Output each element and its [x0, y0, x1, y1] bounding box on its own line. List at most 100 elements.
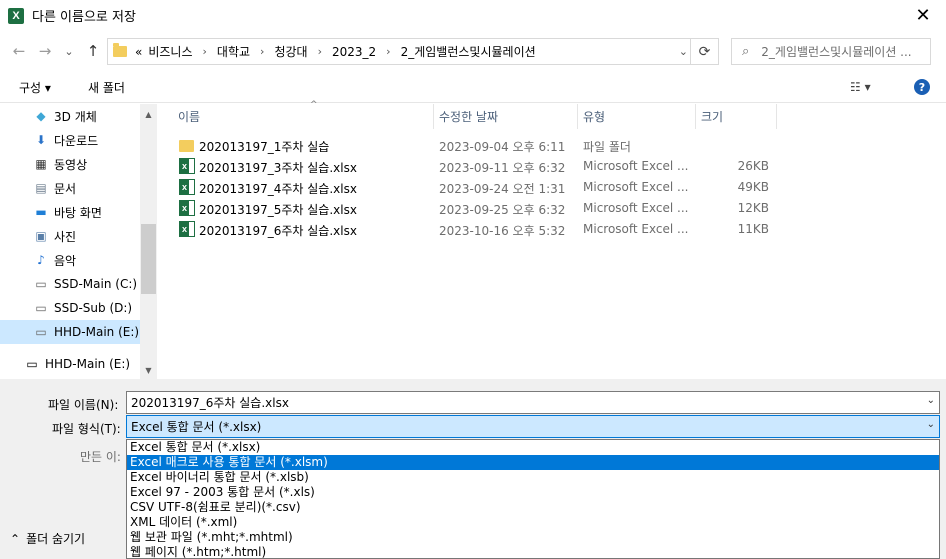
file-row[interactable]: 202013197_1주차 실습 2023-09-04 오후 6:11 파일 폴…: [177, 135, 777, 156]
column-header-type[interactable]: 유형: [577, 104, 696, 129]
file-name: 202013197_3주차 실습.xlsx: [199, 161, 357, 175]
file-size: 11KB: [737, 222, 769, 236]
file-date: 2023-10-16 오후 5:32: [439, 224, 566, 238]
command-bar: 구성 ▾ 새 폴더 ☷ ▾ ?: [0, 71, 946, 103]
column-header-date[interactable]: 수정한 날짜: [433, 104, 578, 129]
sidebar-item-downloads[interactable]: ⬇ 다운로드: [0, 128, 140, 152]
author-label: 만든 이:: [80, 450, 121, 464]
chevron-right-icon[interactable]: ›: [318, 45, 322, 58]
close-button[interactable]: ✕: [900, 0, 946, 31]
nav-scrollbar-thumb[interactable]: [141, 224, 156, 294]
sidebar-item-3d-objects[interactable]: ◆ 3D 개체: [0, 104, 140, 128]
sidebar-item-hhd-main-network[interactable]: ▭ HHD-Main (E:): [0, 352, 140, 376]
column-header-label: 크기: [701, 110, 724, 124]
filetype-option[interactable]: Excel 통합 문서 (*.xlsx): [127, 440, 939, 455]
chevron-up-icon: ⌃: [10, 531, 21, 546]
file-date: 2023-09-11 오후 6:32: [439, 161, 566, 175]
sidebar-item-desktop[interactable]: ▬ 바탕 화면: [0, 200, 140, 224]
sidebar-item-ssd-sub[interactable]: ▭ SSD-Sub (D:): [0, 296, 140, 320]
filetype-option[interactable]: Excel 97 - 2003 통합 문서 (*.xls): [127, 485, 939, 500]
file-row[interactable]: 202013197_3주차 실습.xlsx 2023-09-11 오후 6:32…: [177, 156, 777, 177]
film-icon: ▦: [35, 157, 47, 171]
folder-icon: [113, 43, 127, 57]
chevron-down-icon[interactable]: ⌄: [679, 45, 688, 58]
sidebar-item-documents[interactable]: ▤ 문서: [0, 176, 140, 200]
document-icon: ▤: [35, 181, 47, 195]
scroll-up-icon[interactable]: ▲: [140, 106, 157, 123]
breadcrumb-overflow[interactable]: «: [135, 45, 142, 59]
window-title: 다른 이름으로 저장: [32, 10, 136, 25]
file-row[interactable]: 202013197_5주차 실습.xlsx 2023-09-25 오후 6:32…: [177, 198, 777, 219]
folder-icon: [179, 140, 194, 152]
breadcrumb-semester[interactable]: 2023_2: [332, 45, 376, 59]
recent-locations-button[interactable]: ⌄: [60, 41, 78, 61]
sort-ascending-icon: ^: [310, 100, 318, 110]
drive-icon: ▭: [35, 325, 47, 339]
file-name: 202013197_6주차 실습.xlsx: [199, 224, 357, 238]
sidebar-item-ssd-main[interactable]: ▭ SSD-Main (C:): [0, 272, 140, 296]
scroll-down-icon[interactable]: ▼: [140, 362, 157, 379]
sidebar-item-label: HHD-Main (E:): [45, 357, 131, 371]
column-header-label: 유형: [583, 110, 606, 124]
filetype-option[interactable]: Excel 바이너리 통합 문서 (*.xlsb): [127, 470, 939, 485]
chevron-right-icon[interactable]: ›: [386, 45, 390, 58]
file-type: Microsoft Excel ...: [583, 180, 689, 194]
sidebar-item-videos[interactable]: ▦ 동영상: [0, 152, 140, 176]
search-box[interactable]: ⌕ 2_게임밸런스및시뮬레이션 ...: [731, 38, 931, 65]
chevron-down-icon[interactable]: ⌄: [927, 395, 935, 406]
refresh-button[interactable]: ⟳: [690, 39, 718, 64]
back-button[interactable]: ←: [10, 41, 28, 61]
file-size: 26KB: [737, 159, 769, 173]
sidebar-item-pictures[interactable]: ▣ 사진: [0, 224, 140, 248]
file-name: 202013197_4주차 실습.xlsx: [199, 182, 357, 196]
column-header-size[interactable]: 크기: [695, 104, 777, 129]
drive-icon: ▭: [35, 301, 47, 315]
chevron-right-icon[interactable]: ›: [203, 45, 207, 58]
sidebar-item-label: 사진: [54, 229, 77, 244]
hide-folders-button[interactable]: ⌃ 폴더 숨기기: [10, 530, 85, 547]
excel-file-icon: [179, 179, 195, 195]
filetype-select[interactable]: Excel 통합 문서 (*.xlsx) ⌄: [126, 415, 940, 438]
download-icon: ⬇: [35, 133, 47, 147]
sidebar-item-hhd-main[interactable]: ▭ HHD-Main (E:): [0, 320, 140, 344]
sidebar-item-music[interactable]: ♪ 음악: [0, 248, 140, 272]
breadcrumb-chungkang[interactable]: 청강대: [274, 43, 307, 60]
filename-input[interactable]: 202013197_6주차 실습.xlsx ⌄: [126, 391, 940, 414]
column-header-label: 이름: [178, 110, 201, 124]
breadcrumb-university[interactable]: 대학교: [217, 43, 250, 60]
new-folder-button[interactable]: 새 폴더: [88, 79, 125, 96]
search-icon: ⌕: [742, 44, 750, 59]
file-row[interactable]: 202013197_6주차 실습.xlsx 2023-10-16 오후 5:32…: [177, 219, 777, 240]
file-name: 202013197_1주차 실습: [199, 140, 330, 154]
up-button[interactable]: ↑: [84, 41, 102, 61]
chevron-down-icon[interactable]: ⌄: [927, 419, 935, 430]
forward-button[interactable]: →: [36, 41, 54, 61]
sidebar-item-label: 바탕 화면: [54, 205, 102, 220]
filetype-option-highlighted[interactable]: Excel 매크로 사용 통합 문서 (*.xlsm): [127, 455, 939, 470]
breadcrumb-business[interactable]: 비즈니스: [148, 43, 192, 60]
sidebar-item-label: SSD-Main (C:): [54, 277, 138, 291]
filetype-label: 파일 형식(T):: [52, 422, 121, 436]
column-header-label: 수정한 날짜: [439, 110, 499, 124]
filetype-option[interactable]: XML 데이터 (*.xml): [127, 515, 939, 530]
file-type: Microsoft Excel ...: [583, 222, 689, 236]
sidebar-item-label: 3D 개체: [54, 109, 97, 124]
sidebar-item-label: SSD-Sub (D:): [54, 301, 133, 315]
chevron-right-icon[interactable]: ›: [260, 45, 264, 58]
column-header-name[interactable]: 이름 ^: [172, 100, 434, 129]
breadcrumb-course[interactable]: 2_게임밸런스및시뮬레이션: [401, 43, 536, 60]
sidebar-item-label: 음악: [54, 253, 77, 268]
organize-button[interactable]: 구성 ▾: [19, 79, 51, 96]
filetype-option[interactable]: 웹 페이지 (*.htm;*.html): [127, 545, 939, 558]
desktop-icon: ▬: [35, 205, 47, 219]
file-row[interactable]: 202013197_4주차 실습.xlsx 2023-09-24 오전 1:31…: [177, 177, 777, 198]
address-bar[interactable]: « 비즈니스 › 대학교 › 청강대 › 2023_2 › 2_게임밸런스및시뮬…: [107, 38, 719, 65]
file-type: Microsoft Excel ...: [583, 201, 689, 215]
view-options-button[interactable]: ☷ ▾: [850, 80, 871, 94]
help-icon[interactable]: ?: [914, 79, 930, 95]
excel-file-icon: [179, 200, 195, 216]
picture-icon: ▣: [35, 229, 47, 243]
filetype-option[interactable]: CSV UTF-8(쉼표로 분리)(*.csv): [127, 500, 939, 515]
navigation-bar: ← → ⌄ ↑ « 비즈니스 › 대학교 › 청강대 › 2023_2 › 2_…: [0, 31, 946, 71]
filetype-option[interactable]: 웹 보관 파일 (*.mht;*.mhtml): [127, 530, 939, 545]
